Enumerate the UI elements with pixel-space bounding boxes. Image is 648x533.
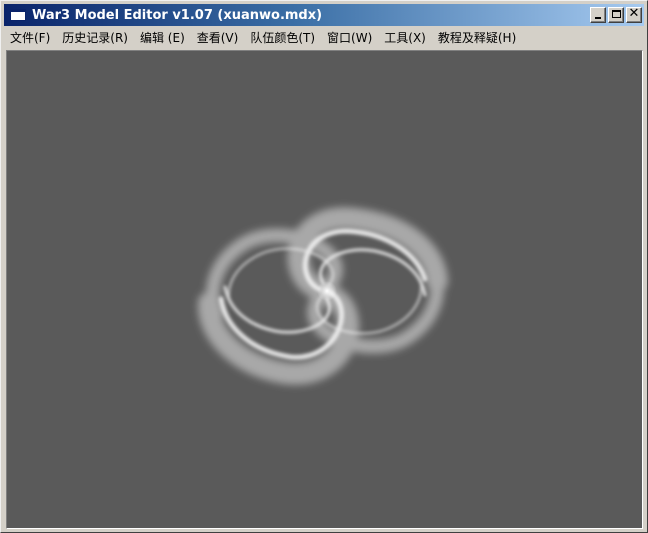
menu-view[interactable]: 查看(V)	[191, 28, 245, 48]
window-title: War3 Model Editor v1.07 (xuanwo.mdx)	[32, 7, 323, 23]
swirl-core	[317, 281, 337, 301]
title-buttons: ✕	[588, 7, 642, 23]
menu-edit[interactable]: 编辑 (E)	[134, 28, 191, 48]
app-window: War3 Model Editor v1.07 (xuanwo.mdx) ✕ 文…	[0, 0, 648, 533]
menu-tools[interactable]: 工具(X)	[378, 28, 432, 48]
maximize-button[interactable]	[608, 7, 624, 23]
minimize-icon	[595, 17, 601, 19]
close-icon: ✕	[628, 6, 640, 21]
menu-window[interactable]: 窗口(W)	[321, 28, 378, 48]
close-button[interactable]: ✕	[626, 7, 642, 23]
maximize-icon	[612, 10, 621, 18]
model-viewport[interactable]	[6, 50, 643, 529]
menu-history[interactable]: 历史记录(R)	[56, 28, 134, 48]
title-bar[interactable]: War3 Model Editor v1.07 (xuanwo.mdx) ✕	[4, 4, 644, 26]
menu-team-color[interactable]: 队伍颜色(T)	[244, 28, 321, 48]
menu-bar: 文件(F) 历史记录(R) 编辑 (E) 查看(V) 队伍颜色(T) 窗口(W)…	[4, 28, 644, 48]
swirl-vortex-model	[197, 207, 448, 385]
menu-file[interactable]: 文件(F)	[4, 28, 56, 48]
minimize-button[interactable]	[590, 7, 606, 23]
app-window-icon[interactable]	[10, 9, 26, 21]
menu-help[interactable]: 教程及释疑(H)	[432, 28, 522, 48]
